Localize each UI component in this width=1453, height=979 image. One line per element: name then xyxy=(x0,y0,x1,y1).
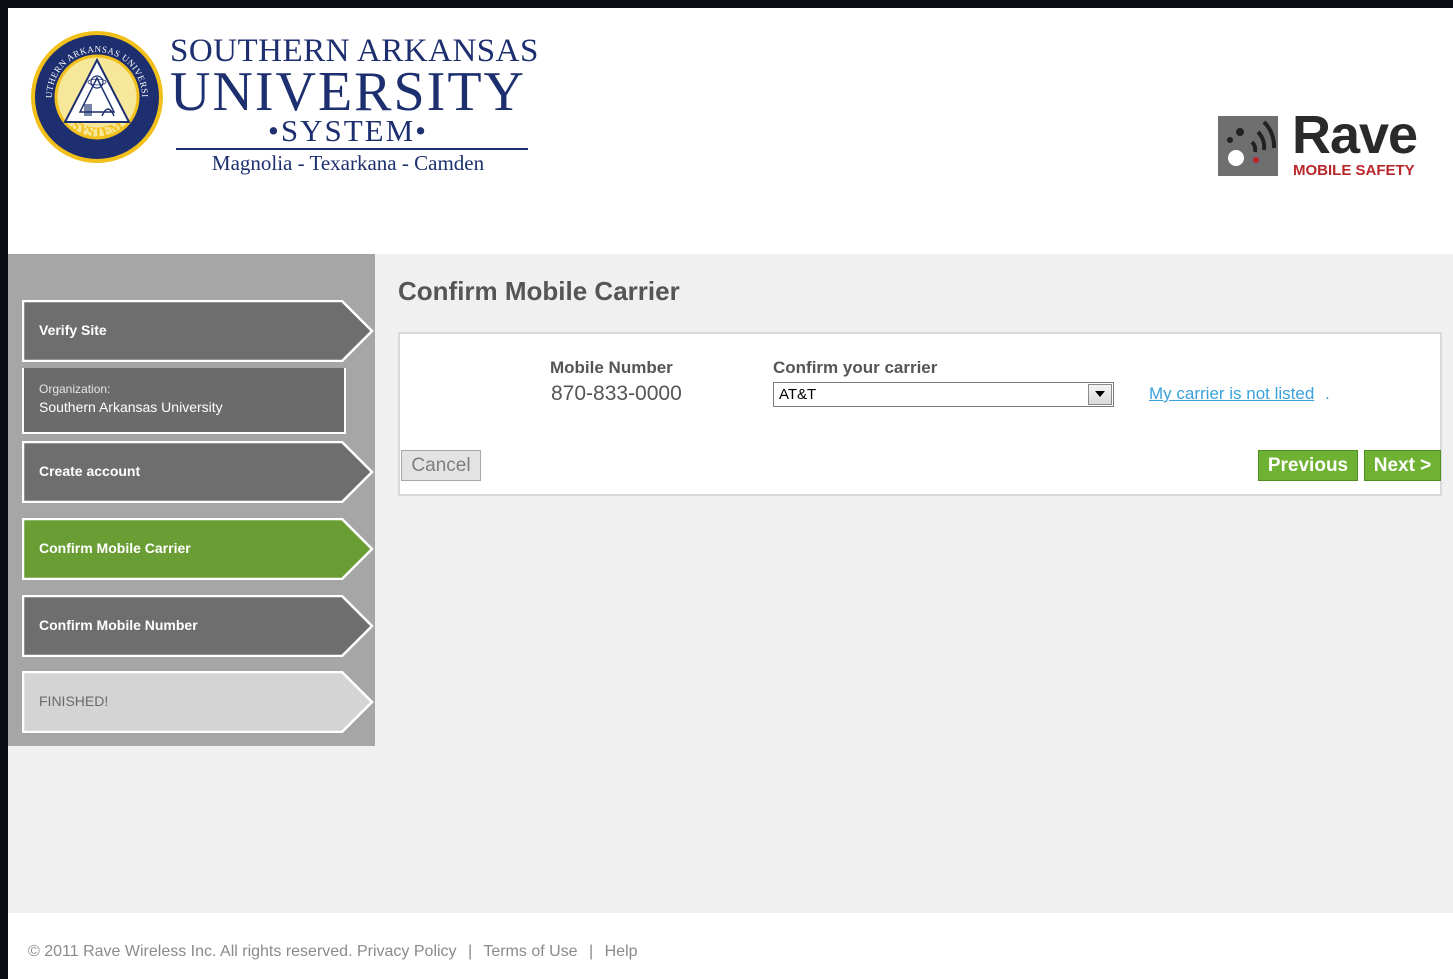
step-confirm-mobile-carrier[interactable]: Confirm Mobile Carrier xyxy=(22,518,374,580)
carrier-form-card: Mobile Number 870-833-0000 Confirm your … xyxy=(398,332,1442,496)
organization-name: Southern Arkansas University xyxy=(39,399,223,415)
footer-separator: | xyxy=(468,943,473,960)
previous-button[interactable]: Previous xyxy=(1258,450,1358,481)
rave-subtitle: MOBILE SAFETY xyxy=(1293,162,1415,179)
step-label: FINISHED! xyxy=(39,693,109,709)
step-finished: FINISHED! xyxy=(22,671,374,733)
rave-mark-icon xyxy=(1218,116,1278,176)
carrier-select[interactable]: AT&T xyxy=(773,382,1114,407)
carrier-not-listed-link[interactable]: My carrier is not listed xyxy=(1149,384,1314,404)
step-label: Confirm Mobile Carrier xyxy=(39,540,191,556)
link-period: . xyxy=(1325,384,1330,403)
next-button[interactable]: Next > xyxy=(1364,450,1441,481)
mobile-number-value: 870-833-0000 xyxy=(551,382,682,405)
carrier-selected-value: AT&T xyxy=(779,386,817,403)
help-link[interactable]: Help xyxy=(605,943,638,960)
terms-of-use-link[interactable]: Terms of Use xyxy=(483,943,577,960)
step-label: Create account xyxy=(39,463,141,479)
carrier-label: Confirm your carrier xyxy=(773,358,938,377)
organization-panel: Organization: Southern Arkansas Universi… xyxy=(22,368,346,434)
footer-links: © 2011 Rave Wireless Inc. All rights res… xyxy=(28,943,638,961)
footer-separator: | xyxy=(589,943,594,960)
mobile-number-label: Mobile Number xyxy=(550,358,673,377)
progress-sidebar: Verify Site Organization: Southern Arkan… xyxy=(8,254,375,746)
wordmark-line-2: UNIVERSITY xyxy=(170,61,526,123)
step-verify-site[interactable]: Verify Site xyxy=(22,300,374,362)
organization-caption: Organization: xyxy=(39,382,111,396)
header: SOUTHERN ARKANSAS UNIVERSITY SYSTEM SOUT… xyxy=(8,8,1453,254)
rave-logo: Rave MOBILE SAFETY xyxy=(1218,105,1428,184)
registration-page: SOUTHERN ARKANSAS UNIVERSITY SYSTEM SOUT… xyxy=(8,8,1453,979)
copyright-text: © 2011 Rave Wireless Inc. All rights res… xyxy=(28,943,353,960)
step-label: Confirm Mobile Number xyxy=(39,617,198,633)
rave-wordmark: Rave xyxy=(1292,105,1418,165)
dropdown-arrow-icon[interactable] xyxy=(1088,384,1112,405)
sau-seal-icon: SOUTHERN ARKANSAS UNIVERSITY SYSTEM xyxy=(30,30,163,163)
step-create-account[interactable]: Create account xyxy=(22,441,374,503)
cancel-button[interactable]: Cancel xyxy=(401,450,481,481)
sau-wordmark: SOUTHERN ARKANSAS UNIVERSITY •SYSTEM• Ma… xyxy=(170,34,540,176)
wordmark-divider xyxy=(176,148,528,150)
page-title: Confirm Mobile Carrier xyxy=(398,276,680,306)
step-confirm-mobile-number[interactable]: Confirm Mobile Number xyxy=(22,595,374,657)
footer: © 2011 Rave Wireless Inc. All rights res… xyxy=(8,913,1453,979)
step-label: Verify Site xyxy=(39,322,107,338)
privacy-policy-link[interactable]: Privacy Policy xyxy=(357,943,457,960)
wordmark-campuses: Magnolia - Texarkana - Camden xyxy=(211,151,485,175)
